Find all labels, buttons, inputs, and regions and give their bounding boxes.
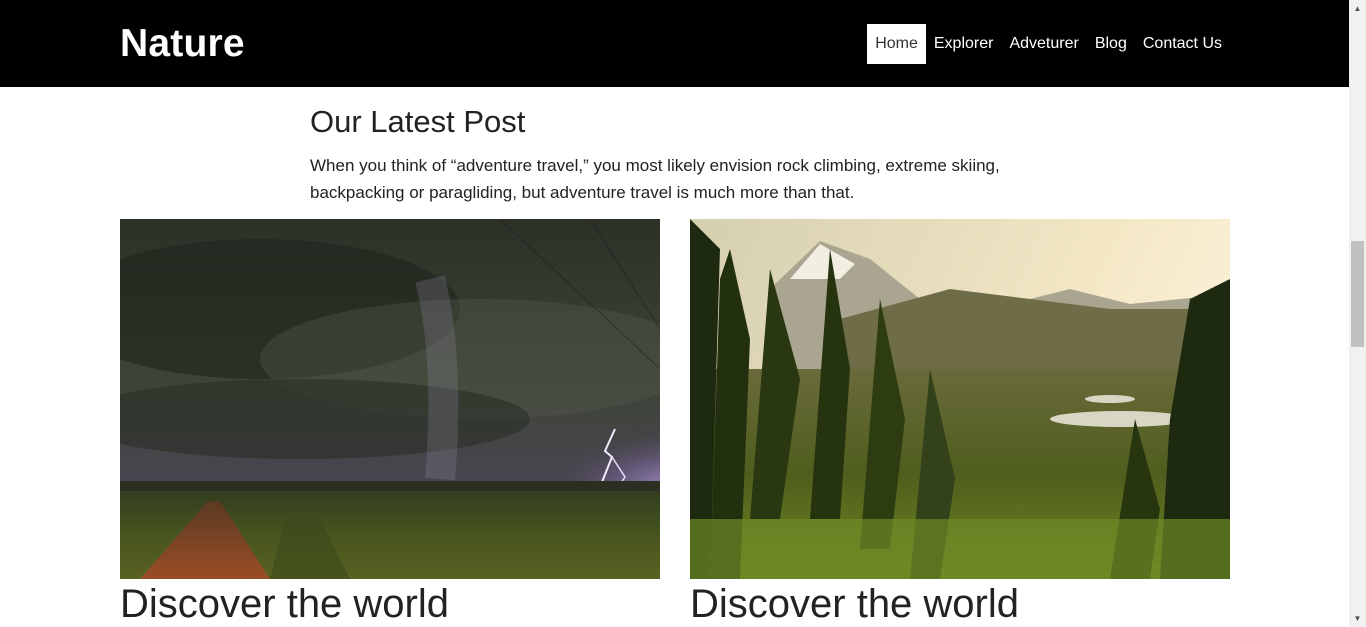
vertical-scrollbar[interactable]: ▲ ▼: [1349, 0, 1366, 627]
main-nav: Home Explorer Adveturer Blog Contact Us: [867, 24, 1230, 64]
mountain-forest-lake-photo[interactable]: [690, 219, 1230, 579]
nav-blog[interactable]: Blog: [1087, 24, 1135, 64]
scroll-thumb[interactable]: [1351, 241, 1364, 347]
arrow-down-icon[interactable]: ▼: [1349, 610, 1366, 627]
post-card: Discover the world: [690, 219, 1230, 627]
section-title: Our Latest Post: [310, 104, 526, 139]
post-card: Discover the world: [120, 219, 660, 627]
card-title[interactable]: Discover the world: [690, 581, 1230, 627]
nav-explorer[interactable]: Explorer: [926, 24, 1002, 64]
stormy-field-lightning-photo[interactable]: [120, 219, 660, 579]
nav-contact-us[interactable]: Contact Us: [1135, 24, 1230, 64]
card-title[interactable]: Discover the world: [120, 581, 660, 627]
brand-logo[interactable]: Nature: [120, 22, 245, 66]
page: Read More Nature Home Explorer Adveturer…: [0, 0, 1349, 627]
latest-post-section: Our Latest Post When you think of “adven…: [310, 104, 1030, 206]
nav-home[interactable]: Home: [867, 24, 926, 64]
nav-adveturer[interactable]: Adveturer: [1001, 24, 1086, 64]
section-description: When you think of “adventure travel,” yo…: [310, 156, 1000, 202]
navbar: Nature Home Explorer Adveturer Blog Cont…: [0, 0, 1349, 87]
arrow-up-icon[interactable]: ▲: [1349, 0, 1366, 17]
